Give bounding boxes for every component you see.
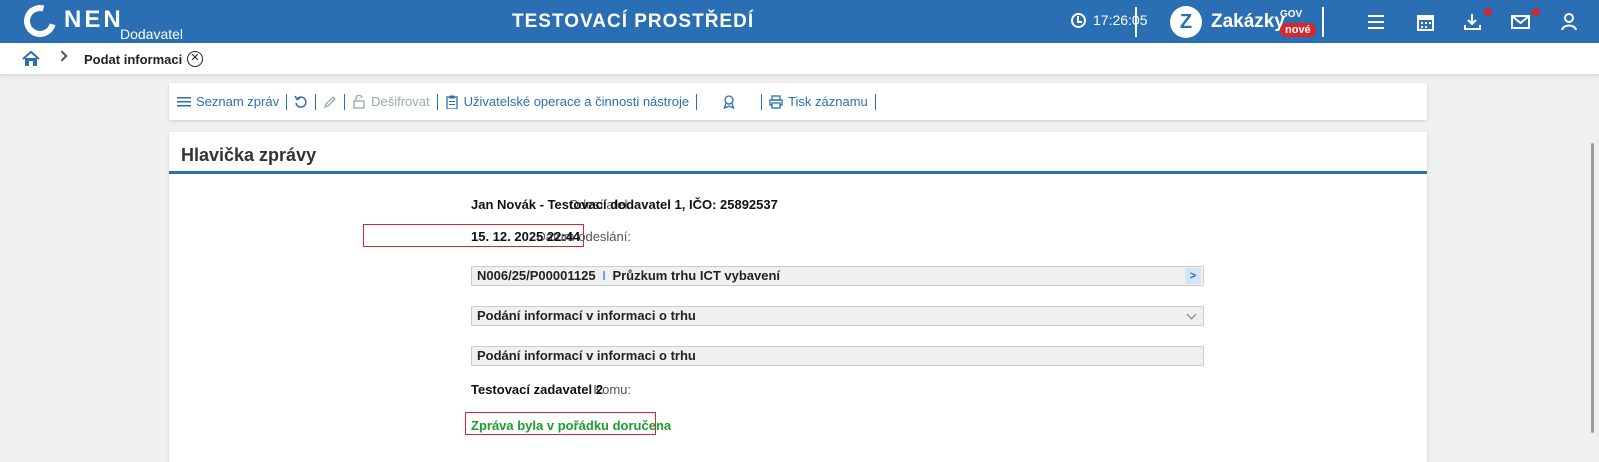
user-icon[interactable] — [1560, 13, 1580, 31]
toolbar-separator — [344, 93, 346, 110]
zakazky-gov-link[interactable]: Z Zakázky GOV nové — [1170, 6, 1316, 38]
logo-subtitle: Dodavatel — [120, 26, 184, 42]
chevron-down-icon — [1186, 309, 1197, 320]
user-operations-label: Uživatelské operace a činnosti nástroje — [463, 94, 690, 109]
toolbar-separator — [696, 93, 698, 110]
toolbar-separator — [315, 93, 317, 110]
home-icon[interactable] — [22, 50, 40, 68]
clock-time: 17:26:05 — [1093, 12, 1148, 28]
decrypt-button[interactable]: Dešifrovat — [352, 94, 430, 109]
procedure-name: Průzkum trhu ICT vybavení — [612, 268, 781, 283]
message-toolbar: Seznam zpráv Dešifrovat Uživatelské oper… — [169, 83, 1427, 120]
panel-title: Hlavička zprávy — [181, 145, 317, 165]
edit-pencil-icon[interactable] — [323, 95, 337, 109]
delivery-status: Zpráva byla v pořádku doručena — [471, 418, 672, 433]
procedure-separator: I — [602, 268, 606, 283]
toolbar-separator — [436, 93, 438, 110]
download-notification-dot — [1484, 8, 1492, 16]
sent-date-value: 15. 12. 2025 22:44 — [471, 229, 581, 244]
message-list-label: Seznam zpráv — [196, 94, 280, 109]
toolbar-separator — [761, 93, 763, 110]
recipient-value: Testovací zadavatel 2 — [471, 382, 603, 397]
sender-value: Jan Novák - Testovací dodavatel 1, IČO: … — [471, 197, 778, 212]
logo-text: NEN — [64, 6, 124, 33]
breadcrumb: Podat informaci ✕ — [0, 43, 1599, 75]
message-type-value: Podání informací v informaci o trhu — [477, 308, 696, 323]
divider — [1322, 7, 1324, 37]
download-icon[interactable] — [1463, 13, 1483, 31]
close-tab-icon[interactable]: ✕ — [187, 51, 203, 67]
mail-icon[interactable] — [1511, 13, 1531, 31]
print-record-button[interactable]: Tisk záznamu — [769, 94, 868, 109]
user-operations-button[interactable]: Uživatelské operace a činnosti nástroje — [445, 94, 689, 109]
refresh-icon[interactable] — [294, 95, 308, 109]
message-list-button[interactable]: Seznam zpráv — [177, 94, 279, 109]
breadcrumb-current: Podat informaci — [84, 52, 183, 67]
chevron-right-icon — [56, 50, 68, 62]
toolbar-separator — [874, 93, 876, 110]
badge-award-icon[interactable] — [722, 94, 736, 109]
clipboard-icon — [445, 95, 458, 109]
message-header-panel: Hlavička zprávy Odesílatel: Jan Novák - … — [169, 132, 1427, 462]
nen-logo-icon — [18, 0, 62, 43]
decrypt-label: Dešifrovat — [371, 94, 430, 109]
list-icon — [177, 96, 191, 106]
printer-icon — [769, 94, 783, 109]
message-type-select[interactable]: Podání informací v informaci o trhu — [471, 306, 1204, 326]
page-scrollbar[interactable] — [1591, 143, 1594, 433]
print-record-label: Tisk záznamu — [788, 94, 868, 109]
mail-notification-dot — [1532, 8, 1540, 16]
toolbar-separator — [286, 93, 288, 110]
subject-field[interactable]: Podání informací v informaci o trhu — [471, 346, 1204, 366]
panel-title-rule — [169, 171, 1427, 174]
open-procedure-button[interactable]: > — [1185, 268, 1201, 284]
procedure-field[interactable]: N006/25/P00001125 I Průzkum trhu ICT vyb… — [471, 266, 1204, 286]
zakazky-logo-icon: Z — [1170, 6, 1202, 38]
calendar-icon[interactable] — [1416, 13, 1436, 31]
unlock-icon — [353, 94, 365, 109]
zakazky-gov: GOV — [1280, 9, 1303, 20]
subject-value: Podání informací v informaci o trhu — [477, 348, 696, 363]
menu-icon[interactable] — [1367, 13, 1387, 31]
top-bar: NEN Dodavatel TESTOVACÍ PROSTŘEDÍ 17:26:… — [0, 0, 1599, 43]
nen-logo[interactable]: NEN Dodavatel — [18, 0, 183, 43]
zakazky-label: Zakázky — [1211, 11, 1285, 32]
divider — [1135, 7, 1137, 37]
new-badge: nové — [1280, 23, 1316, 37]
clock-icon — [1071, 12, 1086, 28]
environment-title: TESTOVACÍ PROSTŘEDÍ — [512, 11, 755, 32]
procedure-code: N006/25/P00001125 — [477, 268, 596, 283]
